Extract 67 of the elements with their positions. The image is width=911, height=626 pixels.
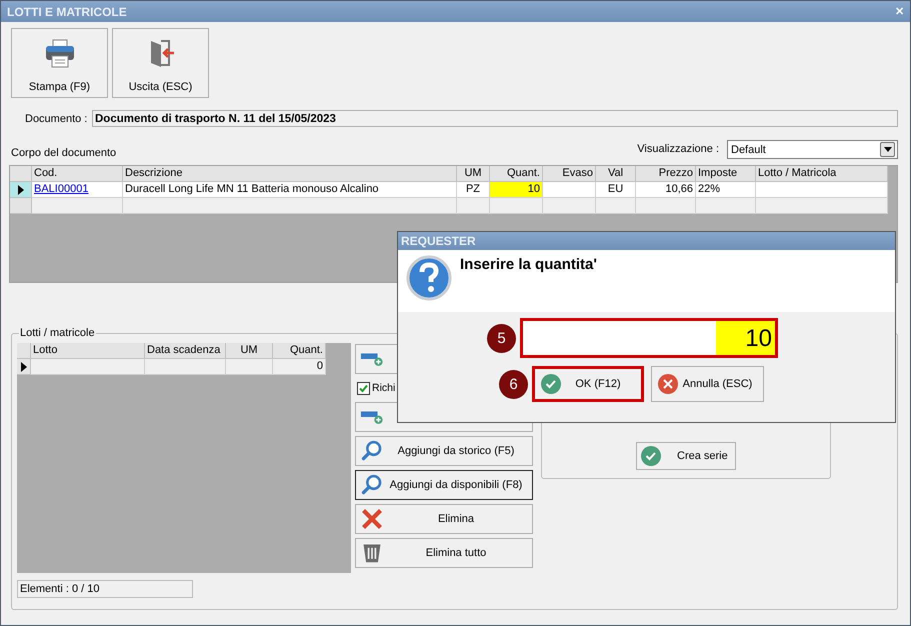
column-header[interactable]: Val	[596, 166, 636, 182]
check-icon	[541, 374, 561, 394]
table-cell	[543, 198, 596, 214]
step-badge: 6	[499, 370, 528, 398]
table-cell	[543, 182, 596, 198]
ok-button[interactable]: OK (F12)	[532, 366, 644, 402]
table-cell	[596, 198, 636, 214]
view-dropdown[interactable]: Default	[727, 140, 898, 159]
column-header[interactable]: Prezzo	[636, 166, 696, 182]
checkbox[interactable]	[357, 382, 370, 394]
table-cell	[636, 198, 696, 214]
row-selector[interactable]	[10, 182, 32, 198]
action-button[interactable]: Elimina tutto	[355, 538, 533, 568]
dialog-title: REQUESTER	[401, 234, 476, 248]
document-label: Documento :	[25, 112, 88, 124]
column-header[interactable]: Imposte	[696, 166, 756, 182]
dialog-message: Inserire la quantita'	[460, 256, 597, 273]
table-cell	[226, 359, 273, 375]
search-icon	[360, 440, 384, 462]
step-badge: 5	[487, 324, 516, 352]
view-label: Visualizzazione :	[637, 143, 719, 155]
cancel-button[interactable]: Annulla (ESC)	[651, 366, 764, 402]
row-pointer-icon	[18, 184, 24, 194]
column-header[interactable]: Lotto / Matricola	[756, 166, 888, 182]
delete-x-icon	[360, 508, 384, 530]
header-corner	[17, 343, 31, 359]
column-header[interactable]: Evaso	[543, 166, 596, 182]
table-cell	[457, 198, 490, 214]
item-code-link[interactable]: BALI00001	[34, 183, 88, 195]
quantity-field[interactable]: 10	[520, 318, 778, 358]
column-header[interactable]: Quant.	[490, 166, 543, 182]
window-title: LOTTI E MATRICOLE	[7, 4, 127, 18]
toolbar-button[interactable]: Stampa (F9)	[11, 28, 108, 98]
check-icon	[641, 446, 661, 466]
column-header[interactable]: Descrizione	[123, 166, 457, 182]
column-header[interactable]: UM	[457, 166, 490, 182]
table-cell: 10,66	[636, 182, 696, 198]
table-cell: PZ	[457, 182, 490, 198]
table-cell: Duracell Long Life MN 11 Batteria monouso Alcalino	[123, 182, 457, 198]
column-header[interactable]: Data scadenza	[145, 343, 226, 359]
action-button[interactable]: Aggiungi da disponibili (F8)	[355, 470, 533, 500]
table-cell: 10	[490, 182, 543, 198]
search-icon	[360, 474, 384, 496]
toolbar-button[interactable]: Uscita (ESC)	[112, 28, 209, 98]
action-button[interactable]: Elimina	[355, 504, 533, 534]
table-cell	[696, 198, 756, 214]
action-button[interactable]: Aggiungi da storico (F5)	[355, 436, 533, 466]
checkbox-label: Richi	[372, 382, 396, 394]
document-field: Documento di trasporto N. 11 del 15/05/2023	[92, 110, 898, 127]
table-cell: 0	[273, 359, 326, 375]
question-icon	[406, 255, 452, 301]
row-selector[interactable]	[17, 359, 31, 375]
column-header[interactable]: Quant.	[273, 343, 326, 359]
cancel-icon	[658, 374, 678, 394]
count-field: Elementi : 0 / 10	[17, 580, 193, 598]
section-title: Corpo del documento	[11, 147, 118, 159]
column-header[interactable]: UM	[226, 343, 273, 359]
row-pointer-icon	[20, 362, 26, 372]
table-cell: 22%	[696, 182, 756, 198]
header-corner	[10, 166, 32, 182]
table-cell: EU	[596, 182, 636, 198]
column-header[interactable]: Lotto	[31, 343, 145, 359]
printer-icon	[44, 37, 76, 69]
column-header[interactable]: Cod.	[32, 166, 123, 182]
create-series-button[interactable]: Crea serie	[636, 442, 736, 470]
group-title: Lotti / matricole	[19, 327, 96, 339]
dropdown-arrow-icon	[884, 147, 892, 152]
